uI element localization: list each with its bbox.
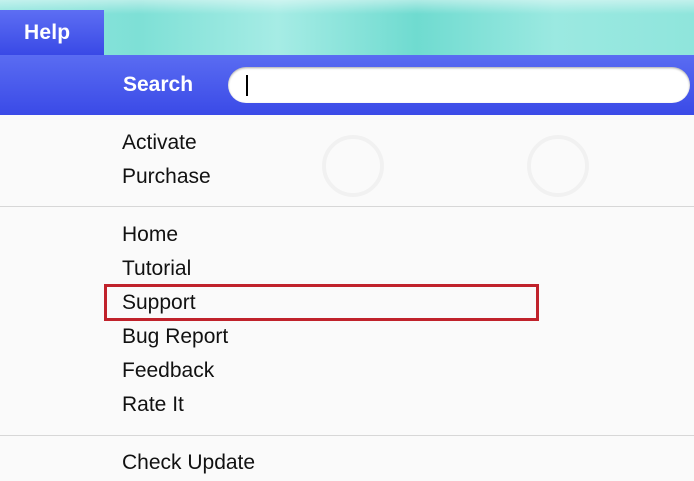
menu-item-home[interactable]: Home xyxy=(122,218,178,252)
help-menu-title[interactable]: Help xyxy=(0,10,104,55)
menu-item-support[interactable]: Support xyxy=(122,286,196,320)
menu-separator xyxy=(0,206,694,207)
menu-item-purchase[interactable]: Purchase xyxy=(122,160,211,194)
search-input[interactable] xyxy=(228,67,690,103)
menu-item-tutorial[interactable]: Tutorial xyxy=(122,252,191,286)
menu-item-activate[interactable]: Activate xyxy=(122,126,197,160)
background-blur-shape xyxy=(322,135,384,197)
menu-separator xyxy=(0,435,694,436)
search-row: Search xyxy=(0,55,694,115)
menu-bar xyxy=(0,0,694,55)
menu-item-rate-it[interactable]: Rate It xyxy=(122,388,184,422)
help-dropdown-menu xyxy=(0,55,694,481)
menu-bar-gloss xyxy=(0,0,694,14)
text-cursor xyxy=(246,75,248,96)
menu-item-check-update[interactable]: Check Update xyxy=(122,446,255,480)
background-blur-shape xyxy=(527,135,589,197)
menu-item-feedback[interactable]: Feedback xyxy=(122,354,214,388)
menu-item-bug-report[interactable]: Bug Report xyxy=(122,320,228,354)
search-label: Search xyxy=(123,73,194,96)
